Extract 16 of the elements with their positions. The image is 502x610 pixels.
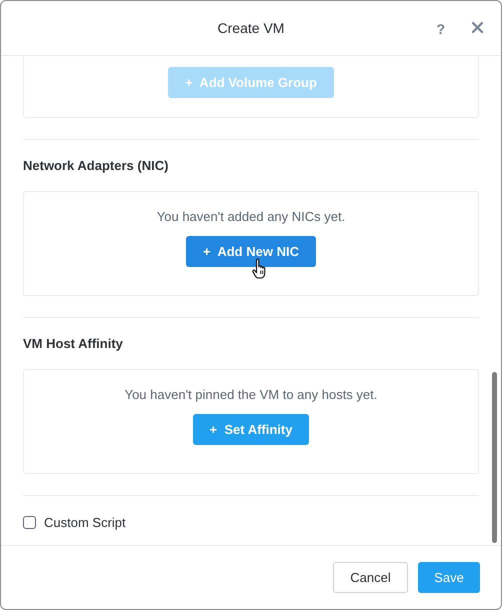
checkbox-label: Custom Script (44, 514, 126, 530)
save-button[interactable]: Save (418, 562, 480, 593)
help-button[interactable]: ? (436, 21, 445, 37)
hand-pointer-icon (252, 258, 268, 280)
close-icon (472, 22, 483, 33)
empty-message: You haven't pinned the VM to any hosts yet. (124, 386, 378, 403)
close-button[interactable] (470, 20, 485, 35)
checkbox[interactable] (23, 516, 36, 528)
scrollbar-thumb[interactable] (492, 372, 497, 543)
cancel-button[interactable]: Cancel (333, 562, 408, 593)
add-button[interactable]: + Set Affinity (192, 414, 310, 445)
empty-message: You haven't added any NICs yet. (156, 208, 346, 225)
dialog-title: Create VM (218, 20, 284, 36)
add-button[interactable]: + Add New NIC (186, 236, 316, 267)
section-title: Network Adapters (NIC) (23, 157, 170, 174)
section-title: VM Host Affinity (23, 335, 124, 352)
